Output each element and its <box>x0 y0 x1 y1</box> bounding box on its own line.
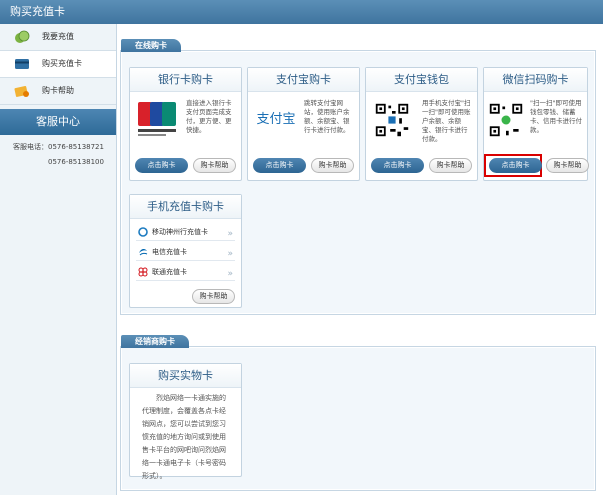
dealer-purchase-panel: 经销商购卡 购买实物卡 烈焰网络一卡通实施的代理制度，会覆盖各点卡经销网点，您可… <box>120 335 596 491</box>
card-title: 支付宝钱包 <box>366 68 477 92</box>
online-purchase-panel: 在线购卡 银行卡购卡 直接进入银行卡支付页面完成支付，更方便、更快捷。 点击购卡… <box>120 39 596 315</box>
sidebar-item-label: 购卡帮助 <box>42 86 74 95</box>
card-title: 支付宝购卡 <box>248 68 359 92</box>
phone-label: 客服电话： <box>13 143 48 151</box>
bank-help-button[interactable]: 购卡帮助 <box>193 158 236 173</box>
sidebar-item-help[interactable]: 购卡帮助 <box>0 78 116 105</box>
chevron-right-icon: » <box>227 249 233 259</box>
phone-number-1: 0576-85138721 <box>48 143 104 151</box>
sidebar-item-label: 购买充值卡 <box>42 59 82 68</box>
card-description: 直接进入银行卡支付页面完成支付，更方便、更快捷。 <box>186 99 232 134</box>
china-mobile-icon <box>138 227 148 237</box>
wechat-qr-code <box>488 102 524 138</box>
mobile-purchase-card: 手机充值卡购卡 移动神州行充值卡 » 电信充值卡 » 联通充值卡 » 购卡帮助 <box>129 194 242 308</box>
customer-service-phone: 客服电话：0576-85138721 <box>0 142 116 152</box>
bank-card-purchase-card: 银行卡购卡 直接进入银行卡支付页面完成支付，更方便、更快捷。 点击购卡 购卡帮助 <box>129 67 242 181</box>
bank-buy-button[interactable]: 点击购卡 <box>135 158 188 173</box>
sidebar-item-recharge[interactable]: 我要充值 <box>0 24 116 51</box>
wechat-help-button[interactable]: 购卡帮助 <box>546 158 589 173</box>
online-purchase-tab: 在线购卡 <box>121 39 181 52</box>
card-description: 烈焰网络一卡通实施的代理制度，会覆盖各点卡经销网点，您可以尝试到您习惯充值的地方… <box>142 394 226 480</box>
alipay-wallet-help-button[interactable]: 购卡帮助 <box>429 158 472 173</box>
phone-number-2: 0576-85138100 <box>48 158 104 166</box>
card-icon <box>15 59 29 69</box>
list-item-label: 电信充值卡 <box>152 248 187 256</box>
customer-service-title: 客服中心 <box>0 109 116 135</box>
card-description: "扫一扫"即可使用钱包零钱、储蓄卡、信用卡进行付款。 <box>530 99 582 134</box>
mobile-help-button[interactable]: 购卡帮助 <box>192 289 235 304</box>
chevron-right-icon: » <box>227 229 233 239</box>
sidebar-item-buy-card[interactable]: 购买充值卡 <box>0 51 116 78</box>
list-item-label: 移动神州行充值卡 <box>152 228 208 236</box>
unionpay-logo <box>138 102 176 136</box>
card-title: 手机充值卡购卡 <box>130 195 241 219</box>
sidebar: 我要充值 购买充值卡 购卡帮助 客服中心 客服电话：0576-85138721 … <box>0 24 117 495</box>
card-description: 用手机支付宝"扫一扫"即可使用账户余额、余额宝、银行卡进行付款。 <box>422 99 471 143</box>
china-telecom-icon <box>139 248 148 256</box>
mobile-item-china-mobile[interactable]: 移动神州行充值卡 » <box>136 223 235 241</box>
card-title: 银行卡购卡 <box>130 68 241 92</box>
chevron-right-icon: » <box>227 269 233 279</box>
page-title: 购买充值卡 <box>10 5 65 18</box>
page-header: 购买充值卡 <box>0 0 603 24</box>
physical-card-card: 购买实物卡 烈焰网络一卡通实施的代理制度，会覆盖各点卡经销网点，您可以尝试到您习… <box>129 363 242 480</box>
card-description: 跳转支付宝网站，使用账户余额、余额宝、银行卡进行付款。 <box>304 99 350 134</box>
card-title: 购买实物卡 <box>130 364 241 388</box>
help-card-icon <box>14 86 29 97</box>
mobile-item-telecom[interactable]: 电信充值卡 » <box>136 243 235 261</box>
alipay-buy-button[interactable]: 点击购卡 <box>253 158 306 173</box>
mobile-item-unicom[interactable]: 联通充值卡 » <box>136 263 235 281</box>
alipay-wallet-buy-button[interactable]: 点击购卡 <box>371 158 424 173</box>
alipay-qr-code <box>374 102 410 138</box>
alipay-wallet-card: 支付宝钱包 用手机支付宝"扫一扫"即可使用账户余额、余额宝、银行卡进行付款。 点… <box>365 67 478 181</box>
dealer-purchase-tab: 经销商购卡 <box>121 335 189 348</box>
alipay-logo: 支付宝 <box>256 112 296 127</box>
coins-icon <box>15 30 30 43</box>
list-item-label: 联通充值卡 <box>152 268 187 276</box>
wechat-buy-button[interactable]: 点击购卡 <box>489 158 542 173</box>
wechat-purchase-card: 微信扫码购卡 "扫一扫"即可使用钱包零钱、储蓄卡、信用卡进行付款。 点击购卡 购… <box>483 67 589 181</box>
china-unicom-icon <box>138 267 148 277</box>
sidebar-item-label: 我要充值 <box>42 32 74 41</box>
alipay-help-button[interactable]: 购卡帮助 <box>311 158 354 173</box>
card-title: 微信扫码购卡 <box>484 68 587 92</box>
alipay-purchase-card: 支付宝购卡 支付宝 跳转支付宝网站，使用账户余额、余额宝、银行卡进行付款。 点击… <box>247 67 360 181</box>
